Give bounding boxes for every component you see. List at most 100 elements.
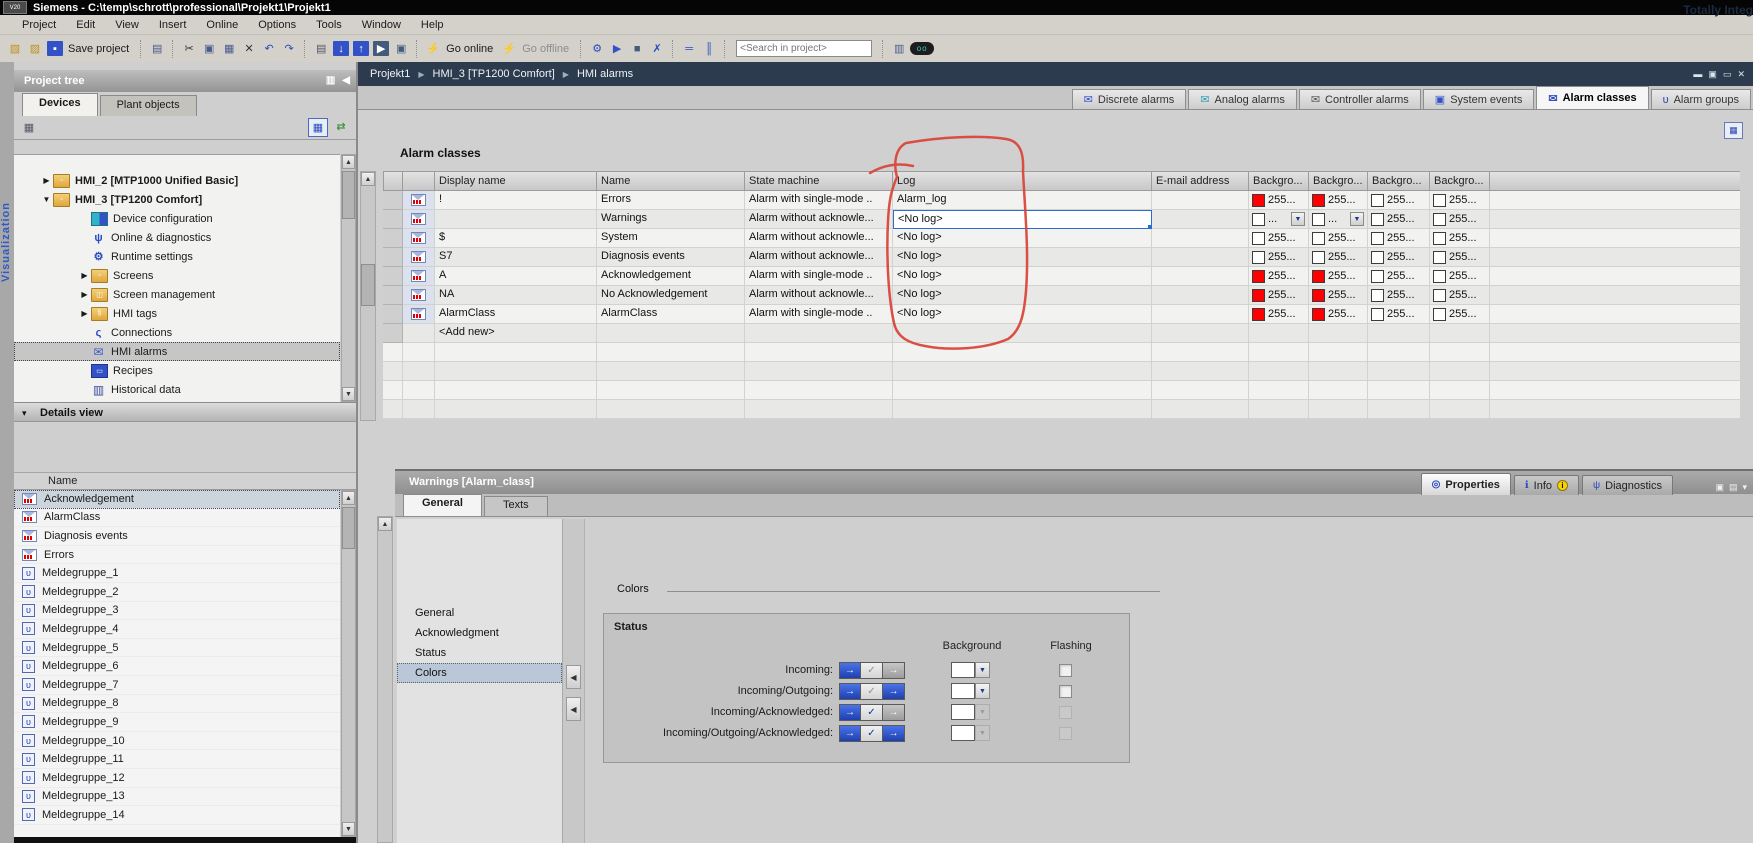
menu-help[interactable]: Help: [411, 17, 454, 33]
background-color-cell[interactable]: 255...: [1430, 305, 1490, 324]
tab-analog-alarms[interactable]: ✉Analog alarms: [1188, 89, 1297, 109]
display-name-cell[interactable]: $: [435, 229, 597, 248]
incoming-arrow-button[interactable]: →: [839, 683, 861, 700]
log-cell[interactable]: <No log>: [893, 305, 1152, 324]
row-selector[interactable]: [383, 210, 403, 229]
list-item-meldegruppe-6[interactable]: υMeldegruppe_6: [14, 657, 340, 676]
go-online-button[interactable]: ⚡: [424, 40, 442, 58]
incoming-arrow-button[interactable]: →: [839, 704, 861, 721]
name-cell[interactable]: System: [597, 229, 745, 248]
float-icon[interactable]: ▣: [1708, 69, 1717, 80]
add-new-row[interactable]: <Add new>: [383, 324, 1740, 343]
float-panel-icon[interactable]: ▣: [1715, 476, 1724, 499]
list-item-acknowledgement[interactable]: Acknowledgement: [14, 490, 340, 509]
table-left-scrollbar[interactable]: ▲: [360, 171, 376, 421]
list-item-meldegruppe-3[interactable]: υMeldegruppe_3: [14, 602, 340, 621]
tree-item-screens[interactable]: ▶▫Screens: [14, 266, 340, 285]
state-machine-cell[interactable]: Alarm with single-mode ..: [745, 305, 893, 324]
tree-item-connections[interactable]: ςConnections: [14, 323, 340, 342]
add-new-label[interactable]: <Add new>: [435, 324, 597, 343]
background-color-cell[interactable]: 255...: [1430, 229, 1490, 248]
name-cell[interactable]: Acknowledgement: [597, 267, 745, 286]
display-name-cell[interactable]: !: [435, 191, 597, 210]
row-selector[interactable]: [383, 305, 403, 324]
column-header-backgro[interactable]: Backgro...: [1249, 171, 1309, 191]
breadcrumb-segment-hmi-3-tp1200-comfort[interactable]: HMI_3 [TP1200 Comfort]: [433, 68, 555, 80]
background-color-cell[interactable]: 255...: [1430, 248, 1490, 267]
email-cell[interactable]: [1152, 286, 1249, 305]
background-color-cell[interactable]: 255...: [1309, 191, 1368, 210]
expander-collapsed-icon[interactable]: ▶: [78, 309, 91, 318]
nav-item-colors[interactable]: Colors: [397, 663, 562, 683]
state-machine-cell[interactable]: Alarm without acknowle...: [745, 286, 893, 305]
tab-alarm-classes[interactable]: ✉Alarm classes: [1536, 86, 1648, 109]
breadcrumb-segment-projekt1[interactable]: Projekt1: [370, 68, 410, 80]
outgoing-arrow-button[interactable]: →: [883, 704, 905, 721]
tree-item-hmi-tags[interactable]: ▶§HMI tags: [14, 304, 340, 323]
log-cell[interactable]: <No log>: [893, 229, 1152, 248]
email-cell[interactable]: [1152, 267, 1249, 286]
background-color-cell[interactable]: 255...: [1368, 267, 1430, 286]
menu-project[interactable]: Project: [12, 17, 66, 33]
name-cell[interactable]: No Acknowledgement: [597, 286, 745, 305]
menu-online[interactable]: Online: [196, 17, 248, 33]
log-cell[interactable]: <No log>: [893, 248, 1152, 267]
column-header-display-name[interactable]: Display name: [435, 171, 597, 191]
scroll-thumb[interactable]: [361, 264, 375, 306]
scroll-down-icon[interactable]: ▼: [342, 822, 355, 836]
cross-references-button[interactable]: ✗: [648, 40, 666, 58]
expander-collapsed-icon[interactable]: ▶: [78, 271, 91, 280]
search-input[interactable]: [736, 40, 872, 57]
background-color-cell[interactable]: 255...: [1309, 267, 1368, 286]
list-item-meldegruppe-14[interactable]: υMeldegruppe_14: [14, 806, 340, 825]
list-item-meldegruppe-13[interactable]: υMeldegruppe_13: [14, 788, 340, 807]
display-name-cell[interactable]: [435, 210, 597, 229]
background-color-cell[interactable]: 255...: [1430, 267, 1490, 286]
go-online-label[interactable]: Go online: [446, 43, 493, 55]
name-cell[interactable]: Diagnosis events: [597, 248, 745, 267]
list-item-meldegruppe-12[interactable]: υMeldegruppe_12: [14, 769, 340, 788]
tab-general[interactable]: General: [403, 494, 482, 516]
sort-tree-icon[interactable]: ▦: [20, 119, 38, 136]
state-machine-cell[interactable]: Alarm with single-mode ..: [745, 191, 893, 210]
name-cell[interactable]: Warnings: [597, 210, 745, 229]
display-name-cell[interactable]: AlarmClass: [435, 305, 597, 324]
go-offline-button[interactable]: ⚡: [500, 40, 518, 58]
expander-collapsed-icon[interactable]: ▶: [40, 176, 53, 185]
undo-button[interactable]: ↶: [260, 40, 278, 58]
list-item-meldegruppe-9[interactable]: υMeldegruppe_9: [14, 713, 340, 732]
acknowledge-check-button[interactable]: ✓: [861, 704, 883, 721]
project-tree-scrollbar[interactable]: ▲ ▼: [341, 154, 356, 402]
list-item-meldegruppe-4[interactable]: υMeldegruppe_4: [14, 620, 340, 639]
background-color-cell[interactable]: 255...: [1368, 248, 1430, 267]
scroll-up-icon[interactable]: ▲: [361, 172, 375, 186]
background-color-cell[interactable]: 255...: [1249, 248, 1309, 267]
tree-item-screen-management[interactable]: ▶◫Screen management: [14, 285, 340, 304]
nav-item-acknowledgment[interactable]: Acknowledgment: [397, 623, 562, 643]
background-color-cell[interactable]: 255...: [1430, 210, 1490, 229]
state-machine-cell[interactable]: Alarm without acknowle...: [745, 229, 893, 248]
tab-texts[interactable]: Texts: [484, 496, 548, 516]
background-color-cell[interactable]: 255...: [1249, 286, 1309, 305]
list-item-meldegruppe-7[interactable]: υMeldegruppe_7: [14, 676, 340, 695]
column-header-state-machine[interactable]: State machine: [745, 171, 893, 191]
tree-item-historical-data[interactable]: ▥Historical data: [14, 380, 340, 399]
menu-edit[interactable]: Edit: [66, 17, 105, 33]
row-selector[interactable]: [383, 286, 403, 305]
table-row-diagnosis-events[interactable]: S7Diagnosis eventsAlarm without acknowle…: [383, 248, 1740, 267]
print-button[interactable]: ▤: [148, 40, 166, 58]
email-cell[interactable]: [1152, 210, 1249, 229]
upload-from-device-button[interactable]: ↑: [352, 40, 370, 58]
paste-button[interactable]: ▦: [220, 40, 238, 58]
color-swatch[interactable]: [951, 662, 975, 678]
list-item-meldegruppe-2[interactable]: υMeldegruppe_2: [14, 583, 340, 602]
state-machine-cell[interactable]: Alarm without acknowle...: [745, 210, 893, 229]
outgoing-arrow-button[interactable]: →: [883, 725, 905, 742]
background-color-cell[interactable]: 255...: [1249, 267, 1309, 286]
tree-item-device-configuration[interactable]: Device configuration: [14, 209, 340, 228]
background-color-cell[interactable]: 255...: [1309, 229, 1368, 248]
collapse-rows-icon[interactable]: ▤: [1729, 476, 1738, 499]
acknowledge-check-button[interactable]: ✓: [861, 683, 883, 700]
go-offline-label[interactable]: Go offline: [522, 43, 569, 55]
table-view-icon[interactable]: ▦: [308, 118, 328, 137]
